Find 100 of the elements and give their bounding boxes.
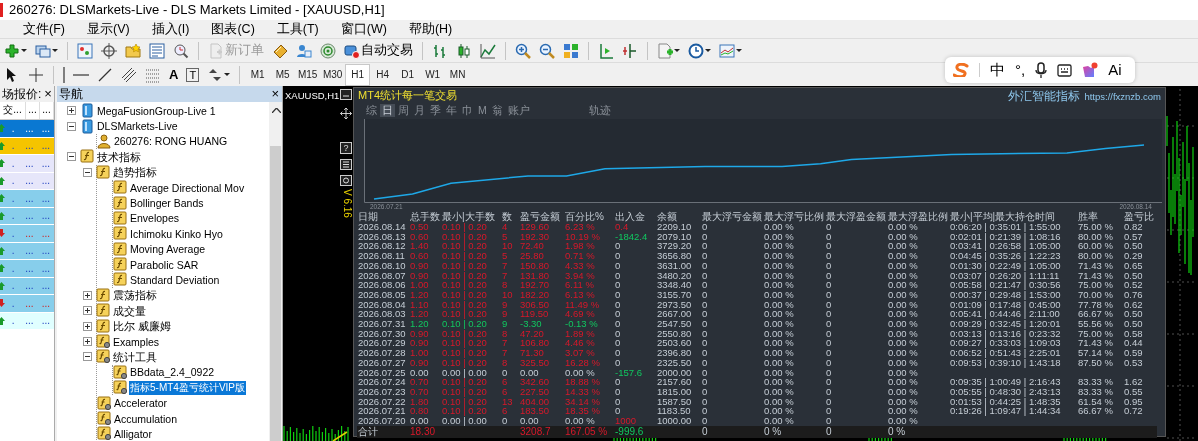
- period-tab[interactable]: 翁: [489, 103, 505, 117]
- collapse-icon[interactable]: [83, 167, 92, 177]
- expand-icon[interactable]: [83, 306, 92, 316]
- scrollbar[interactable]: [269, 102, 282, 441]
- ai-assistant-toggle[interactable]: Ai: [1108, 61, 1122, 79]
- period-tab[interactable]: M: [476, 103, 489, 117]
- period-tab[interactable]: 年: [444, 103, 459, 117]
- timeframe-tab[interactable]: M5: [270, 63, 296, 86]
- table-cell-text: 2547.50: [656, 319, 693, 329]
- period-tab[interactable]: 周: [396, 103, 411, 117]
- menu-item[interactable]: 文件(F): [12, 20, 76, 38]
- table-cell: 0: [825, 222, 887, 232]
- menu-item[interactable]: 图表(C): [200, 20, 266, 38]
- tree-item[interactable]: Bollinger Bands: [129, 196, 205, 211]
- quote-row[interactable]: . ... ...: [0, 120, 54, 138]
- collapse-icon[interactable]: [67, 121, 76, 131]
- function-gear-icon: [113, 380, 127, 396]
- tree-item[interactable]: 指标5-MT4盈亏统计VIP版: [129, 380, 246, 395]
- close-button[interactable]: ×: [41, 87, 54, 101]
- timeframe-tab[interactable]: H1: [345, 63, 371, 86]
- table-cell-text: 0.00 %: [887, 348, 919, 358]
- table-cell-text: 0.00 %: [763, 348, 795, 358]
- menu-item[interactable]: 帮助(H): [397, 20, 464, 38]
- timeframe-tab[interactable]: W1: [420, 63, 446, 86]
- table-cell-text: 6.13 %: [564, 289, 596, 300]
- expand-icon[interactable]: [83, 337, 92, 347]
- period-tab[interactable]: 月: [412, 103, 427, 117]
- column-header[interactable]: ...: [40, 102, 54, 119]
- collapse-icon[interactable]: [83, 352, 92, 362]
- menu-item[interactable]: 插入(I): [140, 20, 201, 38]
- period-tab[interactable]: 轨迹: [586, 103, 613, 117]
- tree-item[interactable]: Examples: [112, 334, 161, 349]
- tree-item[interactable]: 统计工具: [112, 349, 158, 364]
- table-cell-text: 0.10 | 0.20: [441, 348, 488, 358]
- tree-item[interactable]: 260276: RONG HUANG: [113, 134, 229, 149]
- tree-item[interactable]: Moving Average: [129, 242, 207, 257]
- table-cell-text: 0.00 %: [887, 260, 919, 271]
- table-cell-text: 0.57: [1123, 231, 1144, 242]
- period-tab[interactable]: 季: [428, 103, 443, 117]
- expand-icon[interactable]: [83, 290, 92, 300]
- auto-trading-button[interactable]: 自动交易: [340, 39, 417, 62]
- menu-item[interactable]: 工具(T): [265, 20, 330, 38]
- tree-item[interactable]: Envelopes: [129, 211, 181, 226]
- table-cell-text: 0.00 %: [763, 396, 795, 407]
- quote-row[interactable]: . ... ...: [0, 190, 54, 208]
- collapse-icon[interactable]: [67, 152, 76, 162]
- timeframe-tab[interactable]: H4: [370, 63, 396, 86]
- tree-item[interactable]: Parabolic SAR: [129, 257, 200, 272]
- tree-item[interactable]: Standard Deviation: [129, 273, 221, 287]
- tree-item[interactable]: MegaFusionGroup-Live 1: [96, 103, 217, 118]
- table-cell-text: 14.33 %: [564, 386, 601, 397]
- text-tool-button[interactable]: A: [165, 63, 183, 86]
- tree-item[interactable]: Alligator: [113, 426, 153, 441]
- timeframe-tab[interactable]: M1: [245, 63, 271, 86]
- skin-icon[interactable]: [1082, 62, 1099, 78]
- period-tab[interactable]: 日: [380, 103, 395, 117]
- tree-item[interactable]: BBdata_2.4_0922: [129, 365, 216, 380]
- tree-item[interactable]: Accelerator: [113, 396, 169, 411]
- punctuation-toggle[interactable]: °,: [1015, 61, 1026, 79]
- move-icon[interactable]: [340, 108, 352, 119]
- column-header[interactable]: ...: [26, 102, 40, 119]
- website-link[interactable]: https://fxznzb.com: [1084, 89, 1161, 104]
- tree-item[interactable]: Accumulation: [113, 411, 179, 426]
- menu-item[interactable]: 窗口(W): [329, 20, 398, 38]
- settings-icon[interactable]: [340, 175, 352, 186]
- quote-row[interactable]: . ... ...: [0, 260, 54, 278]
- keyboard-icon[interactable]: [1057, 63, 1073, 77]
- period-tab[interactable]: 账户: [505, 103, 532, 117]
- input-mode-toggle[interactable]: 中: [990, 61, 1005, 79]
- microphone-icon[interactable]: [1035, 62, 1048, 78]
- quote-row[interactable]: . ... ...: [0, 295, 54, 313]
- quote-cell-text: ...: [24, 314, 35, 329]
- tree-item[interactable]: 震荡指标: [112, 288, 158, 303]
- tree-item[interactable]: Ichimoku Kinko Hyo: [129, 226, 224, 241]
- timeframe-tab[interactable]: MN: [445, 63, 471, 86]
- menu-item[interactable]: 显示(V): [75, 20, 141, 38]
- expand-icon[interactable]: [67, 106, 76, 116]
- minimize-icon[interactable]: [340, 89, 352, 100]
- tree-item[interactable]: DLSMarkets-Live: [96, 119, 179, 134]
- column-header[interactable]: 交...: [0, 102, 26, 119]
- tree-item[interactable]: Average Directional Mov: [129, 180, 246, 195]
- text-tool-button[interactable]: T: [182, 63, 204, 86]
- grid-icon[interactable]: [340, 159, 352, 170]
- period-tab[interactable]: 综: [364, 103, 379, 117]
- table-cell-text: 0: [614, 280, 622, 290]
- tree-item[interactable]: 趋势指标: [112, 165, 158, 180]
- help-button[interactable]: ?: [340, 142, 352, 154]
- tree-item[interactable]: 成交量: [112, 303, 147, 318]
- table-cell-text: 71.43 %: [1077, 338, 1114, 349]
- table-cell-text: 0: [701, 319, 709, 329]
- tree-item[interactable]: 技术指标: [96, 149, 142, 164]
- quote-row[interactable]: . ... ...: [0, 155, 54, 173]
- quote-row[interactable]: . ... ...: [0, 225, 54, 243]
- period-tab[interactable]: 巾: [460, 103, 475, 117]
- timeframe-tab[interactable]: M30: [320, 63, 346, 86]
- close-button[interactable]: ×: [268, 87, 282, 101]
- expand-icon[interactable]: [83, 321, 92, 331]
- tree-item[interactable]: 比尔 威廉姆: [112, 319, 172, 334]
- timeframe-tab[interactable]: D1: [395, 63, 421, 86]
- timeframe-tab[interactable]: M15: [295, 63, 321, 86]
